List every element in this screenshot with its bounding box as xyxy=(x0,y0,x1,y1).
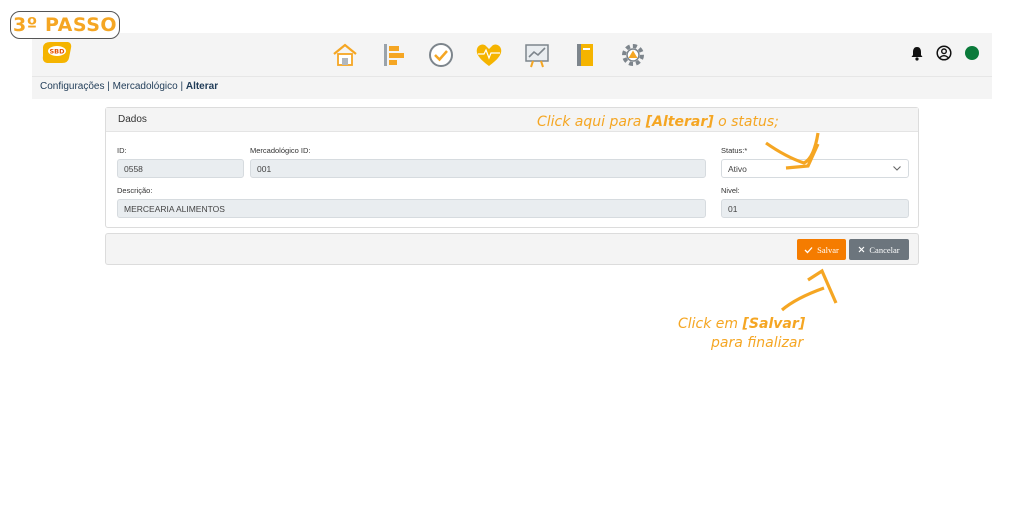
status-dot-icon xyxy=(965,46,979,60)
breadcrumb: Configurações | Mercadológico | Alterar xyxy=(32,77,992,99)
status-selected-value: Ativo xyxy=(728,164,747,174)
status-annotation: Click aqui para [Alterar] o status; xyxy=(537,114,779,130)
arrow-to-status-icon xyxy=(765,132,820,170)
descricao-label: Descrição: xyxy=(117,186,153,195)
logo-text: SBD xyxy=(49,48,65,56)
save-annotation-emphasis: [Salvar] xyxy=(742,316,806,332)
notebook-icon[interactable] xyxy=(569,39,601,71)
settings-gear-icon[interactable] xyxy=(617,39,649,71)
status-annotation-emphasis: [Alterar] xyxy=(645,114,714,130)
save-button-label: Salvar xyxy=(817,244,839,255)
mercadologico-id-label: Mercadológico ID: xyxy=(250,146,311,155)
nivel-label: Nivel: xyxy=(721,186,740,195)
status-label: Status:* xyxy=(721,146,748,155)
form-actions-bar: Salvar Cancelar xyxy=(105,233,919,265)
id-field: 0558 xyxy=(117,159,244,178)
logo-icon[interactable]: SBD xyxy=(40,39,74,65)
heart-pulse-icon[interactable] xyxy=(473,39,505,71)
breadcrumb-current: Alterar xyxy=(185,81,219,92)
cancel-button[interactable]: Cancelar xyxy=(849,239,909,260)
id-label: ID: xyxy=(117,146,127,155)
save-annotation-line2: para finalizar xyxy=(711,335,804,351)
chart-board-icon[interactable] xyxy=(521,39,553,71)
status-annotation-prefix: Click aqui para xyxy=(537,114,646,130)
top-navigation-bar: SBD xyxy=(32,33,992,77)
save-annotation-line1: Click em [Salvar] xyxy=(678,316,805,332)
arrow-to-save-icon xyxy=(780,268,838,312)
cancel-button-label: Cancelar xyxy=(869,244,900,255)
hierarchy-icon[interactable] xyxy=(377,39,409,71)
save-button[interactable]: Salvar xyxy=(797,239,846,260)
user-circle-icon[interactable] xyxy=(936,45,952,61)
header-right-icons xyxy=(910,45,980,61)
breadcrumb-item-mercadologico[interactable]: Mercadológico xyxy=(113,81,178,92)
status-annotation-suffix: o status; xyxy=(713,114,779,130)
check-icon xyxy=(804,246,813,253)
check-circle-icon[interactable] xyxy=(425,39,457,71)
breadcrumb-separator: | xyxy=(104,81,113,92)
save-annotation-prefix: Click em xyxy=(678,316,743,332)
main-nav-icons xyxy=(329,39,649,71)
home-icon[interactable] xyxy=(329,39,361,71)
descricao-field: MERCEARIA ALIMENTOS xyxy=(117,199,706,218)
chevron-down-icon xyxy=(893,166,901,171)
close-icon xyxy=(858,246,865,253)
card-title: Dados xyxy=(106,108,918,132)
mercadologico-id-field: 001 xyxy=(250,159,706,178)
breadcrumb-separator: | xyxy=(177,81,186,92)
step-badge: 3º PASSO xyxy=(10,11,120,39)
breadcrumb-item-configuracoes[interactable]: Configurações xyxy=(40,81,104,92)
bell-icon[interactable] xyxy=(910,46,924,61)
nivel-field: 01 xyxy=(721,199,909,218)
